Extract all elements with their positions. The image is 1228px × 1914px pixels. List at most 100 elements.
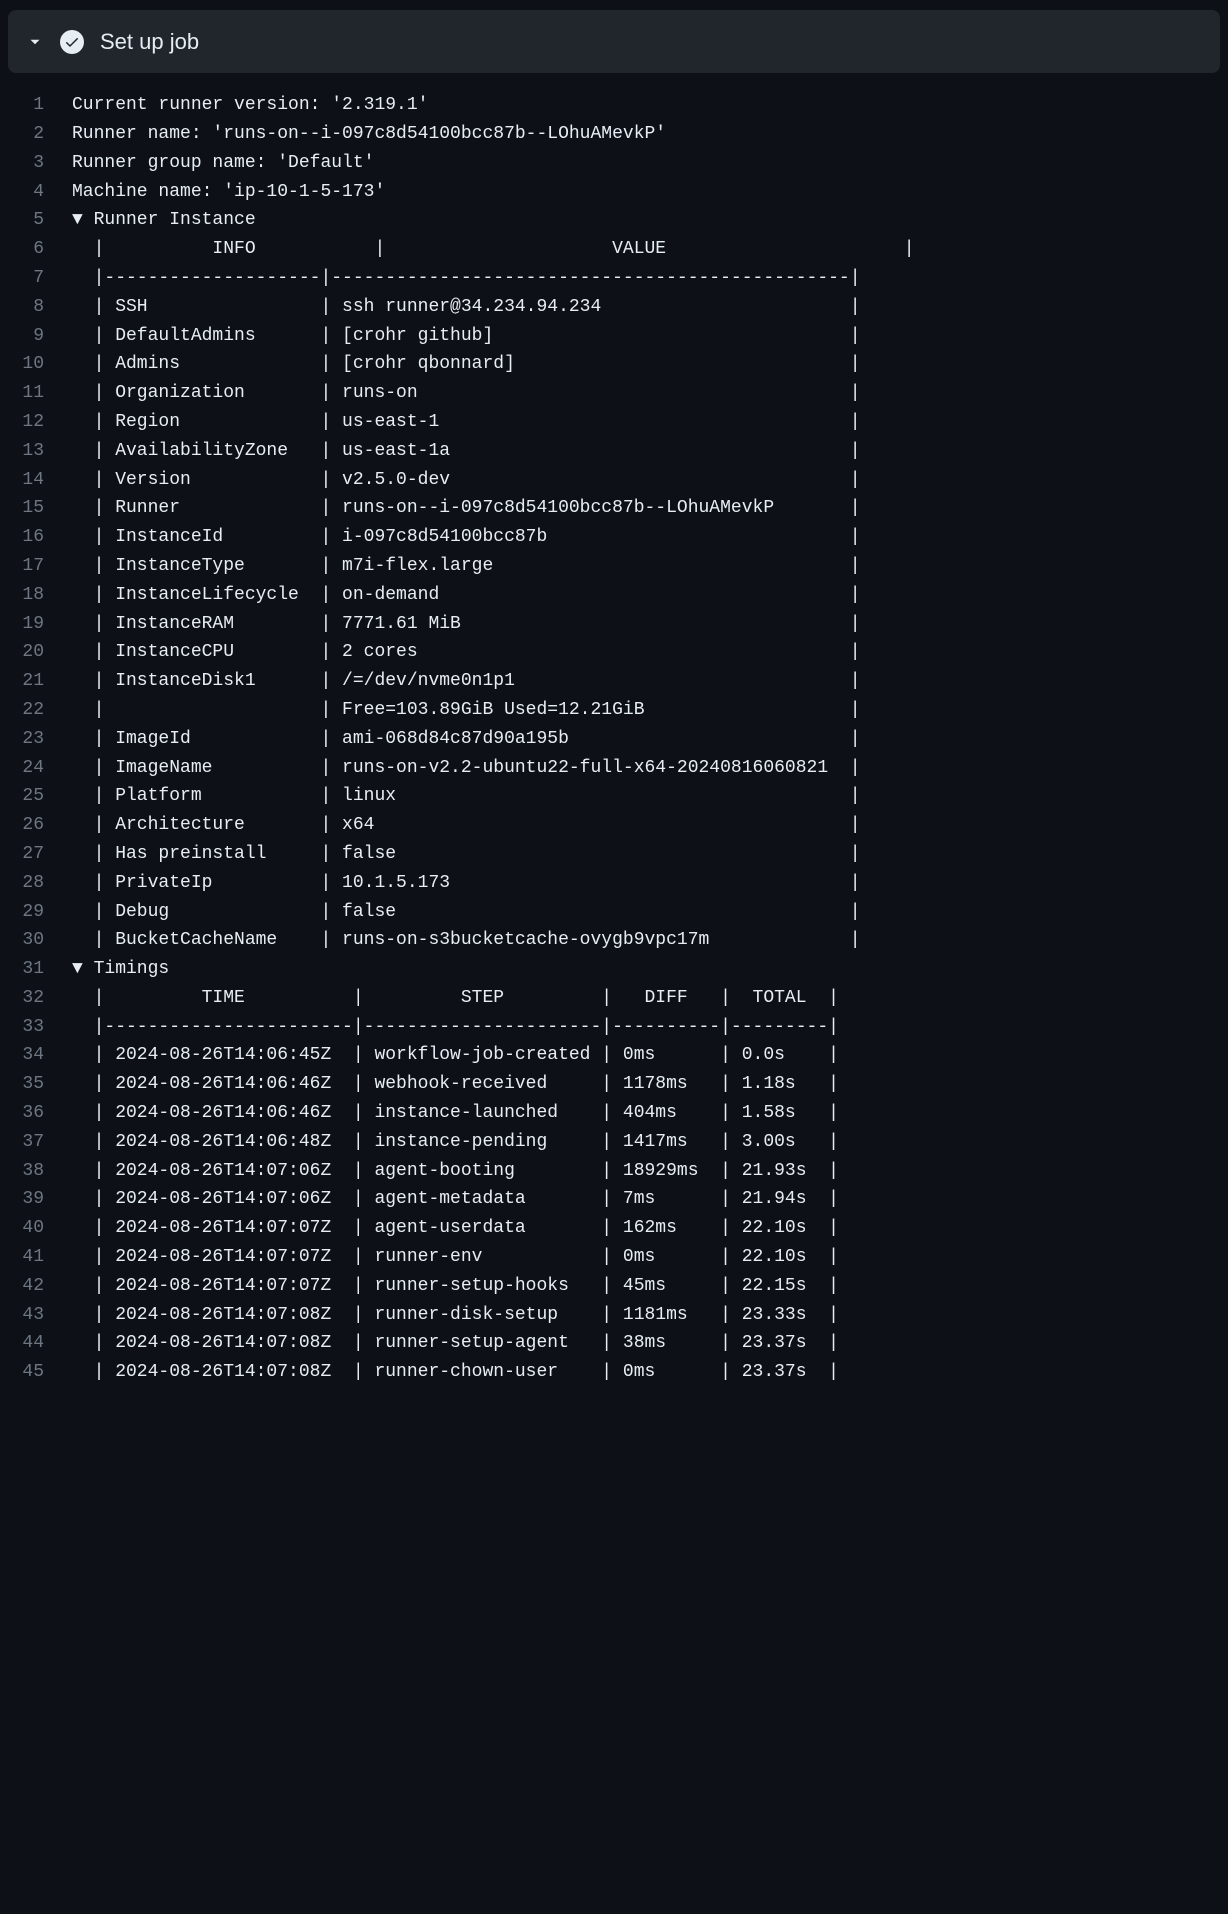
log-line-content: | Debug | false | [72, 898, 861, 927]
line-number: 9 [0, 322, 72, 351]
line-number: 2 [0, 120, 72, 149]
log-line-content: | 2024-08-26T14:07:08Z | runner-disk-set… [72, 1301, 839, 1330]
line-number: 36 [0, 1099, 72, 1128]
log-line: 14 | Version | v2.5.0-dev | [0, 466, 1228, 495]
log-line: 39 | 2024-08-26T14:07:06Z | agent-metada… [0, 1185, 1228, 1214]
log-line: 26 | Architecture | x64 | [0, 811, 1228, 840]
line-number: 31 [0, 955, 72, 984]
log-line-content: | InstanceCPU | 2 cores | [72, 638, 861, 667]
log-line-content: | INFO | VALUE | [72, 235, 915, 264]
log-line-content: | Platform | linux | [72, 782, 861, 811]
log-line: 33 |-----------------------|------------… [0, 1013, 1228, 1042]
line-number: 30 [0, 926, 72, 955]
line-number: 34 [0, 1041, 72, 1070]
log-line: 25 | Platform | linux | [0, 782, 1228, 811]
log-line: 40 | 2024-08-26T14:07:07Z | agent-userda… [0, 1214, 1228, 1243]
log-line: 21 | InstanceDisk1 | /=/dev/nvme0n1p1 | [0, 667, 1228, 696]
log-section-header: ▼ Runner Instance [72, 206, 256, 235]
log-line: 34 | 2024-08-26T14:06:45Z | workflow-job… [0, 1041, 1228, 1070]
line-number: 33 [0, 1013, 72, 1042]
log-line: 29 | Debug | false | [0, 898, 1228, 927]
log-line[interactable]: 5▼ Runner Instance [0, 206, 1228, 235]
log-line-content: | ImageId | ami-068d84c87d90a195b | [72, 725, 861, 754]
log-line-content: | SSH | ssh runner@34.234.94.234 | [72, 293, 861, 322]
log-line-content: | 2024-08-26T14:06:46Z | webhook-receive… [72, 1070, 839, 1099]
line-number: 22 [0, 696, 72, 725]
line-number: 4 [0, 178, 72, 207]
log-line: 42 | 2024-08-26T14:07:07Z | runner-setup… [0, 1272, 1228, 1301]
log-line: 28 | PrivateIp | 10.1.5.173 | [0, 869, 1228, 898]
log-line: 19 | InstanceRAM | 7771.61 MiB | [0, 610, 1228, 639]
log-line-content: | Architecture | x64 | [72, 811, 861, 840]
line-number: 13 [0, 437, 72, 466]
log-line-content: | InstanceDisk1 | /=/dev/nvme0n1p1 | [72, 667, 861, 696]
job-step-header[interactable]: Set up job [8, 10, 1220, 73]
log-line: 16 | InstanceId | i-097c8d54100bcc87b | [0, 523, 1228, 552]
log-line: 22 | | Free=103.89GiB Used=12.21GiB | [0, 696, 1228, 725]
log-output: 1Current runner version: '2.319.1'2Runne… [0, 73, 1228, 1387]
log-line: 9 | DefaultAdmins | [crohr github] | [0, 322, 1228, 351]
log-line-content: Machine name: 'ip-10-1-5-173' [72, 178, 385, 207]
log-line[interactable]: 31▼ Timings [0, 955, 1228, 984]
log-line-content: | BucketCacheName | runs-on-s3bucketcach… [72, 926, 861, 955]
log-line-content: | Region | us-east-1 | [72, 408, 861, 437]
line-number: 18 [0, 581, 72, 610]
log-line-content: | DefaultAdmins | [crohr github] | [72, 322, 861, 351]
line-number: 5 [0, 206, 72, 235]
log-line-content: | InstanceRAM | 7771.61 MiB | [72, 610, 861, 639]
log-line-content: | Admins | [crohr qbonnard] | [72, 350, 861, 379]
log-line: 3Runner group name: 'Default' [0, 149, 1228, 178]
line-number: 43 [0, 1301, 72, 1330]
line-number: 19 [0, 610, 72, 639]
log-line-content: | TIME | STEP | DIFF | TOTAL | [72, 984, 839, 1013]
line-number: 24 [0, 754, 72, 783]
log-line: 24 | ImageName | runs-on-v2.2-ubuntu22-f… [0, 754, 1228, 783]
log-line-content: | 2024-08-26T14:07:07Z | runner-env | 0m… [72, 1243, 839, 1272]
log-line: 13 | AvailabilityZone | us-east-1a | [0, 437, 1228, 466]
line-number: 14 [0, 466, 72, 495]
log-line-content: Runner group name: 'Default' [72, 149, 374, 178]
log-line-content: | 2024-08-26T14:06:46Z | instance-launch… [72, 1099, 839, 1128]
line-number: 26 [0, 811, 72, 840]
line-number: 12 [0, 408, 72, 437]
log-line: 7 |--------------------|----------------… [0, 264, 1228, 293]
line-number: 45 [0, 1358, 72, 1387]
line-number: 21 [0, 667, 72, 696]
log-section-header: ▼ Timings [72, 955, 169, 984]
log-line-content: | 2024-08-26T14:07:08Z | runner-chown-us… [72, 1358, 839, 1387]
line-number: 32 [0, 984, 72, 1013]
log-line: 2Runner name: 'runs-on--i-097c8d54100bcc… [0, 120, 1228, 149]
log-line-content: Runner name: 'runs-on--i-097c8d54100bcc8… [72, 120, 666, 149]
log-line-content: Current runner version: '2.319.1' [72, 91, 428, 120]
log-line: 8 | SSH | ssh runner@34.234.94.234 | [0, 293, 1228, 322]
log-line-content: | Organization | runs-on | [72, 379, 861, 408]
log-line: 32 | TIME | STEP | DIFF | TOTAL | [0, 984, 1228, 1013]
log-line-content: |-----------------------|---------------… [72, 1013, 839, 1042]
line-number: 42 [0, 1272, 72, 1301]
log-line: 4Machine name: 'ip-10-1-5-173' [0, 178, 1228, 207]
line-number: 40 [0, 1214, 72, 1243]
chevron-down-icon[interactable] [26, 33, 44, 51]
line-number: 1 [0, 91, 72, 120]
log-line-content: |--------------------|------------------… [72, 264, 861, 293]
log-line: 10 | Admins | [crohr qbonnard] | [0, 350, 1228, 379]
log-line-content: | | Free=103.89GiB Used=12.21GiB | [72, 696, 861, 725]
log-line: 45 | 2024-08-26T14:07:08Z | runner-chown… [0, 1358, 1228, 1387]
line-number: 25 [0, 782, 72, 811]
line-number: 41 [0, 1243, 72, 1272]
log-line: 27 | Has preinstall | false | [0, 840, 1228, 869]
line-number: 3 [0, 149, 72, 178]
log-line-content: | ImageName | runs-on-v2.2-ubuntu22-full… [72, 754, 861, 783]
log-line-content: | InstanceId | i-097c8d54100bcc87b | [72, 523, 861, 552]
log-line: 36 | 2024-08-26T14:06:46Z | instance-lau… [0, 1099, 1228, 1128]
log-line-content: | Version | v2.5.0-dev | [72, 466, 861, 495]
log-line-content: | 2024-08-26T14:06:45Z | workflow-job-cr… [72, 1041, 839, 1070]
log-line: 15 | Runner | runs-on--i-097c8d54100bcc8… [0, 494, 1228, 523]
log-line-content: | 2024-08-26T14:07:07Z | agent-userdata … [72, 1214, 839, 1243]
line-number: 16 [0, 523, 72, 552]
line-number: 6 [0, 235, 72, 264]
log-line: 38 | 2024-08-26T14:07:06Z | agent-bootin… [0, 1157, 1228, 1186]
log-line: 17 | InstanceType | m7i-flex.large | [0, 552, 1228, 581]
log-line-content: | PrivateIp | 10.1.5.173 | [72, 869, 861, 898]
log-line: 11 | Organization | runs-on | [0, 379, 1228, 408]
